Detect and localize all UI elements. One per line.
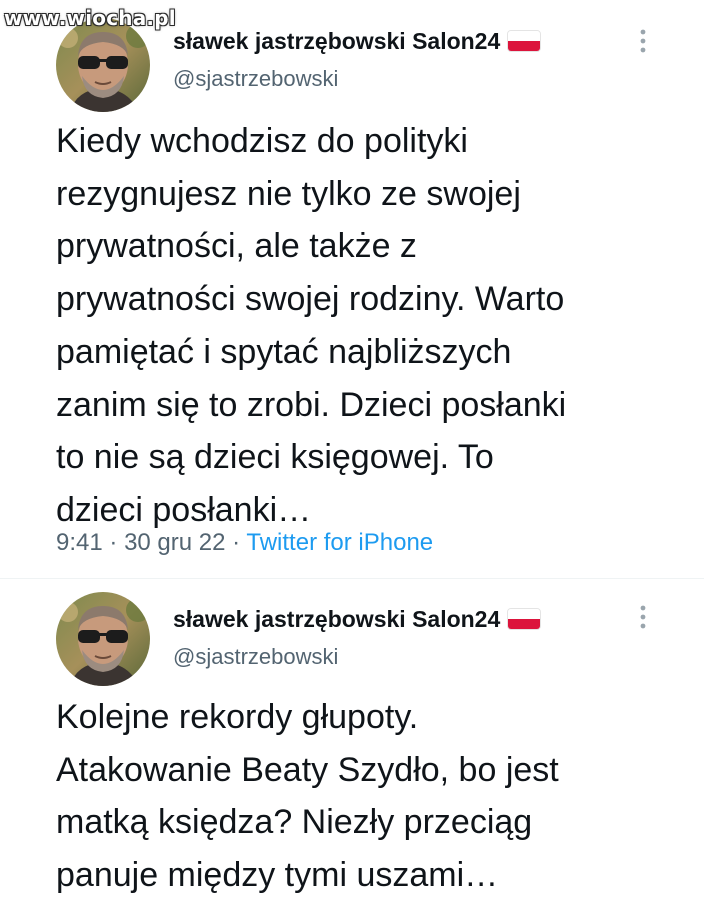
screenshot-page: www.wiocha.pl sławek jastrzębowski Salon… bbox=[0, 0, 704, 900]
tweet[interactable]: sławek jastrzębowski Salon24 @sjastrzebo… bbox=[0, 580, 704, 900]
more-options-icon[interactable] bbox=[636, 28, 650, 54]
meta-separator: · bbox=[232, 529, 241, 556]
user-handle[interactable]: @sjastrzebowski bbox=[173, 66, 338, 92]
meta-separator: · bbox=[109, 529, 118, 556]
tweet-text: Kolejne rekordy głupoty. Atakowanie Beat… bbox=[56, 698, 559, 895]
tweet-meta: 9:41 · 30 gru 22 · Twitter for iPhone bbox=[56, 529, 433, 557]
author-row: sławek jastrzębowski Salon24 bbox=[173, 604, 541, 634]
avatar[interactable] bbox=[56, 18, 150, 112]
avatar-photo bbox=[56, 592, 150, 686]
user-handle[interactable]: @sjastrzebowski bbox=[173, 644, 338, 670]
avatar-photo bbox=[56, 18, 150, 112]
tweet-divider bbox=[0, 578, 704, 579]
tweet-text: Kiedy wchodzisz do polityki rezygnujesz … bbox=[56, 122, 567, 529]
watermark-logo: www.wiocha.pl bbox=[4, 6, 176, 30]
avatar[interactable] bbox=[56, 592, 150, 686]
tweet[interactable]: sławek jastrzębowski Salon24 @sjastrzebo… bbox=[0, 0, 704, 578]
display-name[interactable]: sławek jastrzębowski Salon24 bbox=[173, 606, 500, 633]
more-options-icon[interactable] bbox=[636, 604, 650, 630]
display-name[interactable]: sławek jastrzębowski Salon24 bbox=[173, 28, 500, 55]
tweet-time[interactable]: 9:41 bbox=[56, 529, 103, 556]
poland-flag-icon bbox=[508, 31, 541, 51]
author-row: sławek jastrzębowski Salon24 bbox=[173, 26, 541, 56]
poland-flag-icon bbox=[508, 609, 541, 629]
tweet-source-link[interactable]: Twitter for iPhone bbox=[246, 529, 433, 556]
tweet-date[interactable]: 30 gru 22 bbox=[124, 529, 225, 556]
